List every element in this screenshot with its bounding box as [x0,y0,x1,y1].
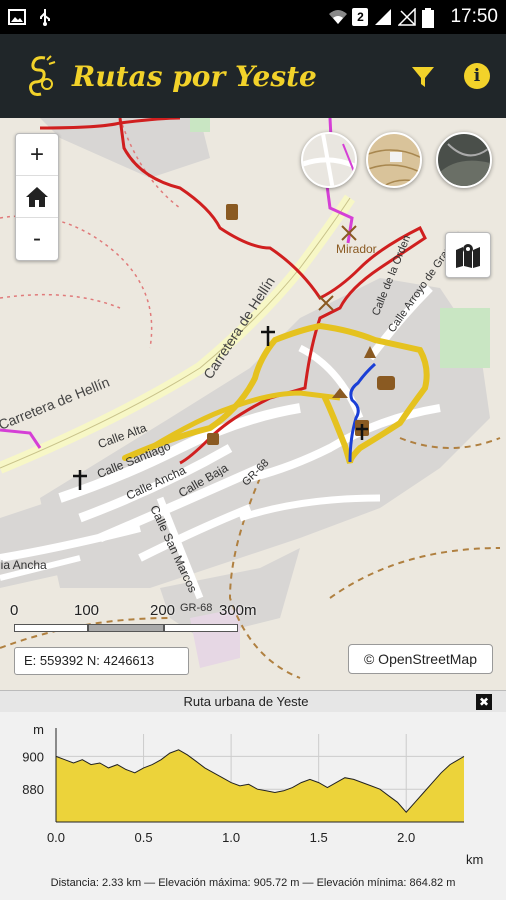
zoom-out-button[interactable]: - [16,218,58,260]
status-bar: 2 17:50 [0,0,506,34]
image-notification-icon [8,8,26,26]
profile-summary: Distancia: 2.33 km — Elevación máxima: 9… [50,877,456,889]
scale-segment [14,624,88,632]
scale-label: 200 [150,602,176,619]
no-signal-icon [397,7,417,26]
filter-icon [412,67,434,87]
scale-bar: 0 100 200 300m [10,602,257,638]
sim-slot-badge: 2 [352,8,369,26]
info-button[interactable]: i [464,63,490,89]
elevation-profile-panel: Ruta urbana de Yeste ✖ 0.0 0.5 1.0 1.5 2.0 90… [0,690,506,900]
y-tick-label: 900 [22,749,44,764]
profile-title: Ruta urbana de Yeste [183,694,309,709]
home-icon [26,186,48,207]
battery-icon [422,8,440,28]
zoom-controls: + - [15,133,59,261]
x-tick-label: 0.5 [135,830,153,845]
map-pin-icon [456,244,480,268]
scale-segment [164,624,238,632]
app-title: Rutas por Yeste [72,60,317,93]
home-button[interactable] [16,176,58,218]
layer-satellite-thumb[interactable] [436,132,492,188]
x-tick-label: 2.0 [397,830,415,845]
osm-attribution-link[interactable]: © OpenStreetMap [348,644,493,674]
app-bar: Rutas por Yeste i [0,34,506,118]
coordinates-readout: E: 559392 N: 4246613 [14,647,189,675]
map-layers-button[interactable] [445,232,491,278]
layer-topo-thumb[interactable] [366,132,422,188]
y-axis-unit: m [33,722,44,737]
elevation-chart: 0.0 0.5 1.0 1.5 2.0 900 880 m km [22,722,483,867]
scale-label: 100 [74,602,100,619]
street-label: lia Ancha [0,558,47,572]
x-axis-unit: km [466,852,483,867]
layer-streets-thumb[interactable] [301,132,357,188]
x-tick-label: 1.0 [222,830,240,845]
street-label: Mirador [336,242,377,256]
scale-label: 300m [219,602,257,619]
app-logo-icon [29,55,56,96]
scale-label: 0 [10,602,19,619]
map-view[interactable]: Carretera de Hellín Carretera de Hellín … [0,118,506,690]
close-profile-button[interactable]: ✖ [476,694,492,710]
profile-header: Ruta urbana de Yeste ✖ [0,690,506,712]
filter-button[interactable] [409,63,437,91]
elevation-area [56,749,464,822]
clock: 17:50 [450,6,498,27]
x-tick-label: 0.0 [47,830,65,845]
scale-segment [88,624,164,632]
signal-icon [374,8,392,26]
x-tick-label: 1.5 [310,830,328,845]
zoom-in-button[interactable]: + [16,134,58,176]
wifi-icon [328,8,348,26]
usb-icon [36,8,54,26]
y-tick-label: 880 [22,782,44,797]
